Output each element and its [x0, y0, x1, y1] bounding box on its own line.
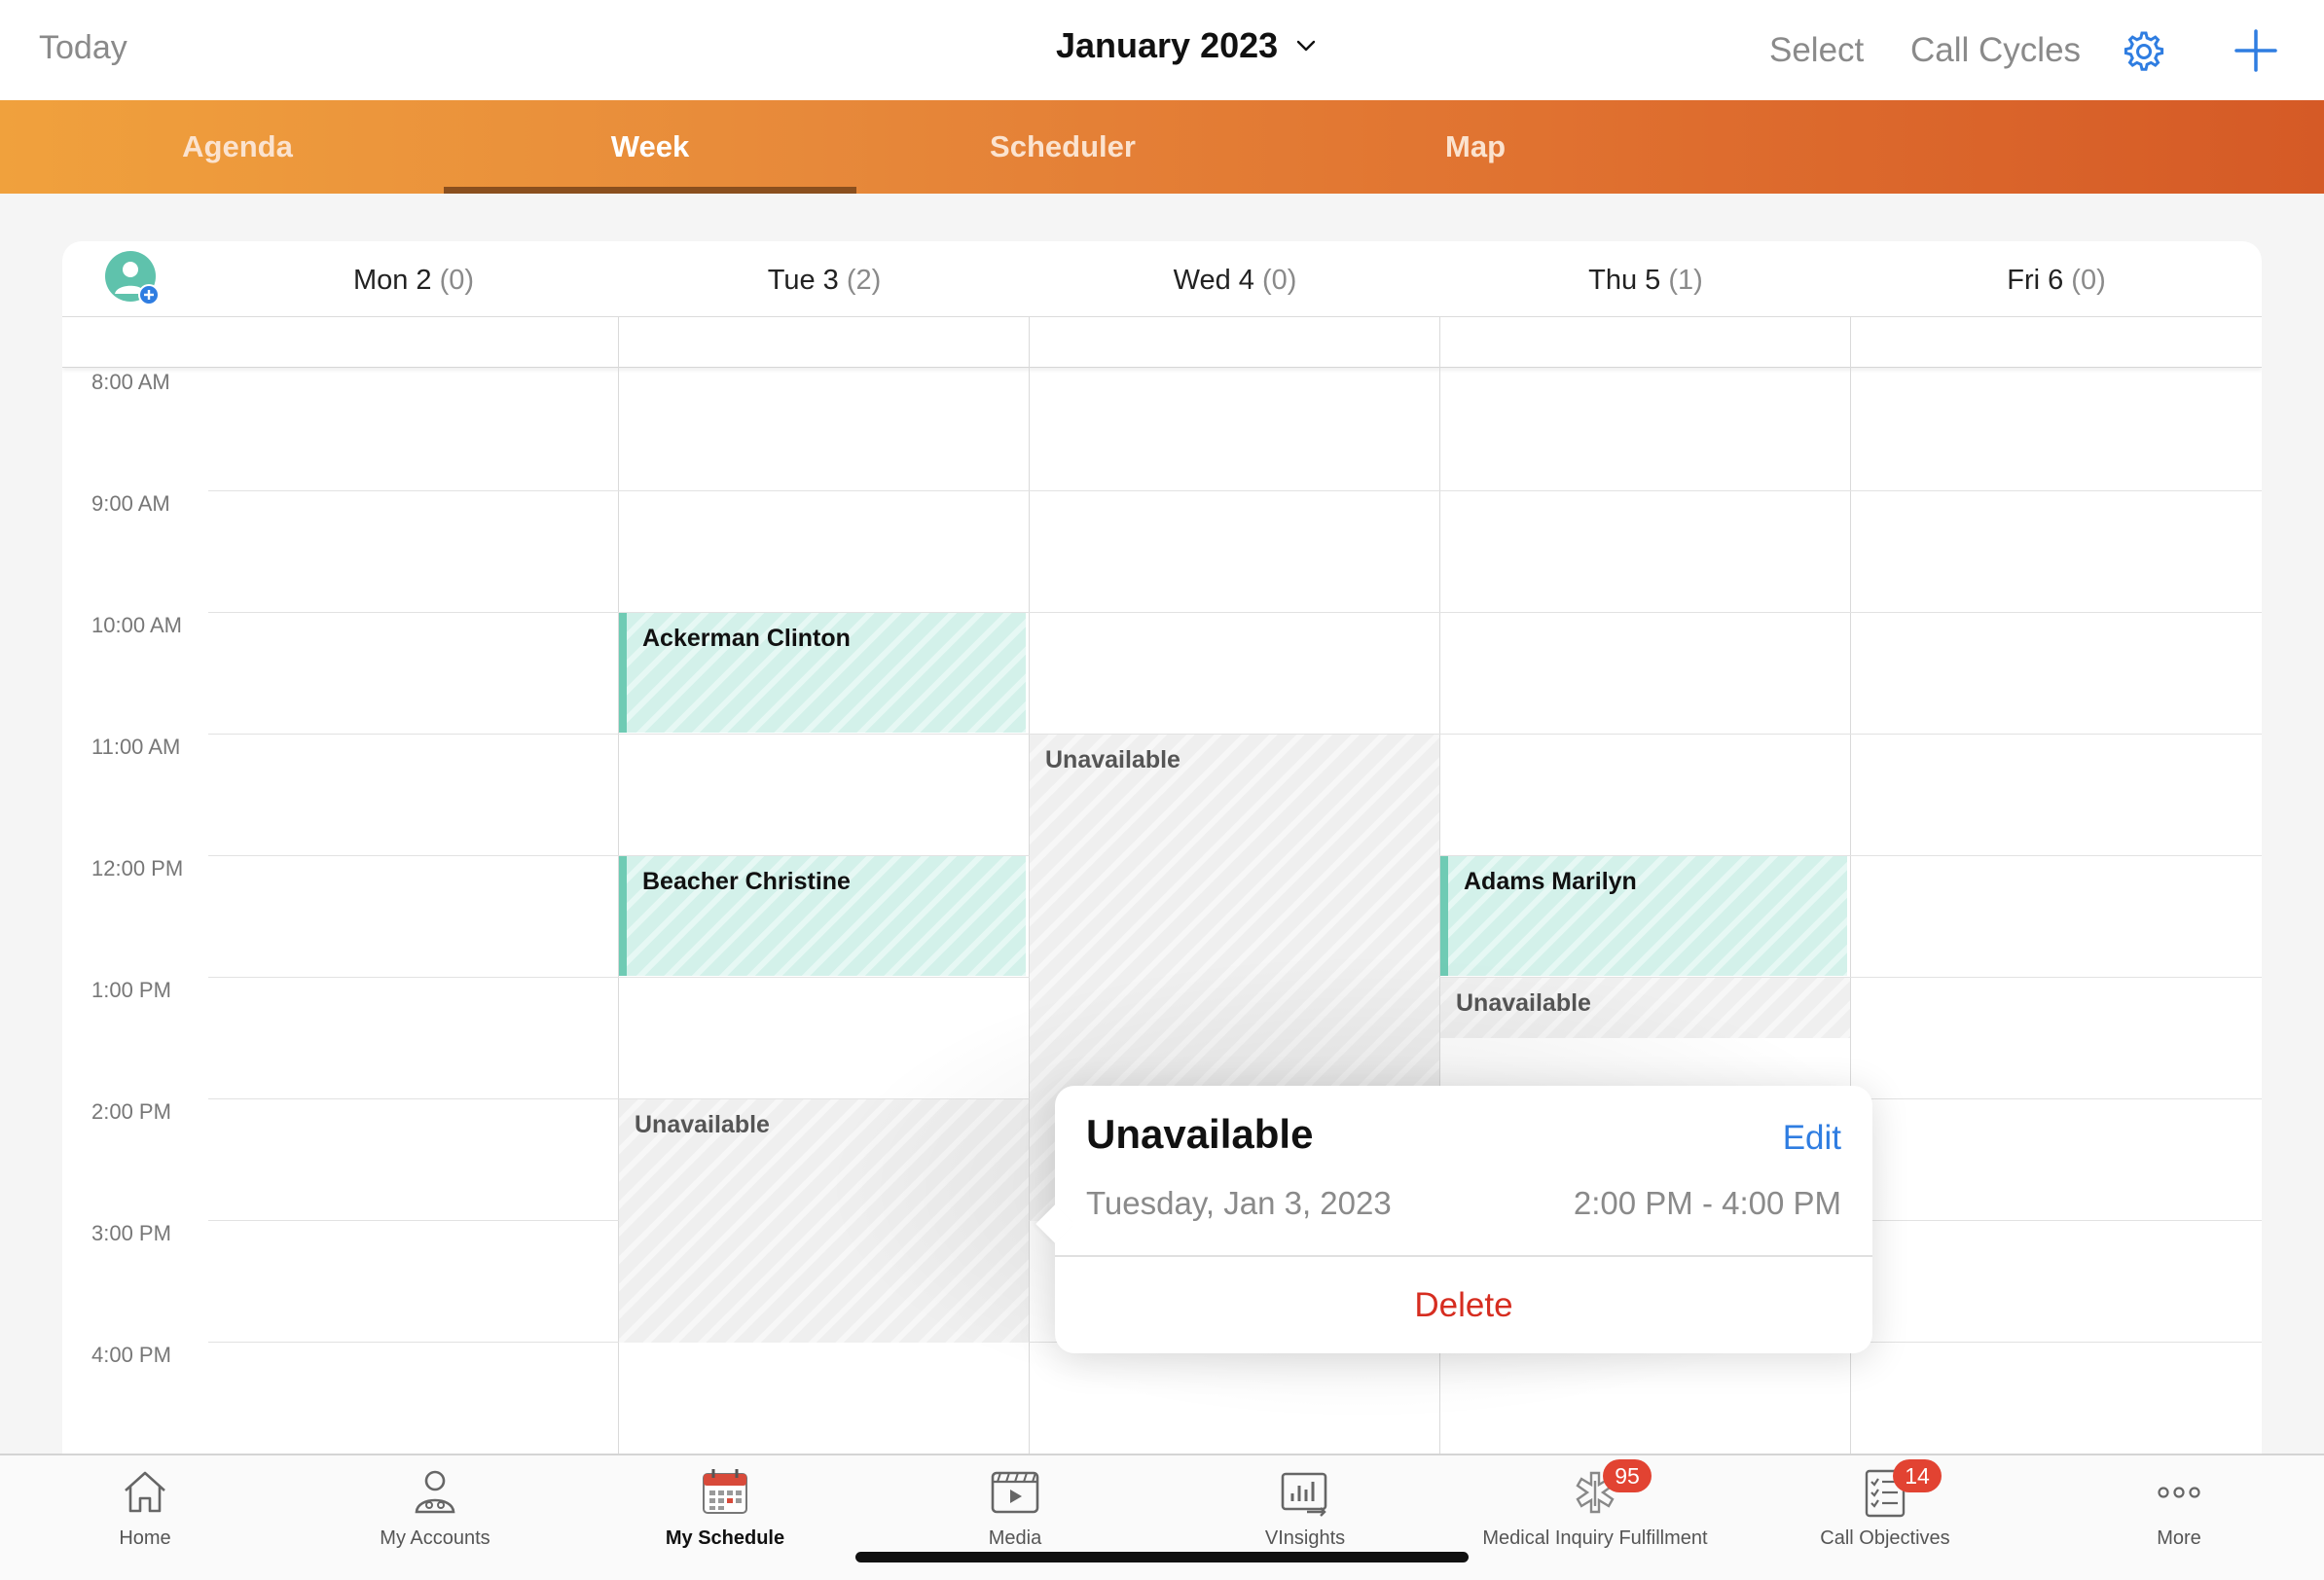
- insights-icon: [1281, 1472, 1327, 1517]
- nav-call-objectives[interactable]: 14 Call Objectives: [1740, 1455, 2030, 1580]
- event-title: Unavailable: [1456, 989, 1591, 1017]
- day-count: (0): [439, 265, 475, 296]
- nav-label: Medical Inquiry Fulfillment: [1482, 1527, 1708, 1549]
- add-attendee-icon[interactable]: [105, 251, 160, 305]
- nav-more[interactable]: More: [2034, 1455, 2324, 1580]
- nav-label: Call Objectives: [1820, 1527, 1950, 1549]
- nav-label: VInsights: [1264, 1527, 1346, 1549]
- hour-line: [208, 490, 2262, 491]
- top-bar: Today January 2023 Select Call Cycles: [0, 0, 2324, 100]
- popover-date: Tuesday, Jan 3, 2023: [1086, 1185, 1392, 1221]
- event-title: Beacher Christine: [642, 868, 851, 895]
- day-header-wed: Wed 4 (0): [1030, 265, 1440, 297]
- day-count: (2): [846, 265, 882, 296]
- month-title: January 2023: [1056, 25, 1279, 65]
- today-button[interactable]: Today: [39, 29, 127, 67]
- more-icon: [2158, 1487, 2200, 1498]
- notification-badge: 14: [1893, 1459, 1942, 1492]
- nav-label: Media: [988, 1527, 1042, 1549]
- tab-scheduler[interactable]: Scheduler: [856, 100, 1269, 194]
- notification-badge: 95: [1603, 1459, 1652, 1492]
- day-header-tue: Tue 3 (2): [619, 265, 1030, 297]
- checklist-icon-wrap: 14: [1858, 1459, 1942, 1520]
- time-label: 3:00 PM: [91, 1221, 171, 1245]
- hour-line: [208, 612, 2262, 613]
- day-header-fri: Fri 6 (0): [1851, 265, 2262, 297]
- call-event[interactable]: Adams Marilyn: [1440, 856, 1847, 976]
- event-title: Ackerman Clinton: [642, 625, 851, 652]
- home-indicator: [855, 1552, 1469, 1562]
- tab-agenda[interactable]: Agenda: [31, 100, 444, 194]
- select-button[interactable]: Select: [1769, 31, 1864, 70]
- day-header-row: Mon 2 (0) Tue 3 (2) Wed 4 (0) Thu 5 (1) …: [62, 241, 2262, 317]
- nav-label: My Accounts: [380, 1527, 490, 1549]
- nav-label: Home: [119, 1527, 171, 1549]
- plus-icon[interactable]: [2234, 29, 2277, 72]
- call-event[interactable]: Beacher Christine: [619, 856, 1026, 976]
- event-title: Unavailable: [1045, 746, 1180, 773]
- time-label: 1:00 PM: [91, 978, 171, 1002]
- day-name: Tue 3: [767, 265, 839, 296]
- nav-label: More: [2157, 1527, 2201, 1549]
- accounts-icon: [415, 1470, 455, 1514]
- time-label: 11:00 AM: [91, 735, 181, 759]
- time-label: 10:00 AM: [91, 613, 182, 637]
- calendar-icon: [703, 1469, 747, 1514]
- home-icon: [125, 1471, 165, 1513]
- popover-time-range: 2:00 PM - 4:00 PM: [1573, 1185, 1841, 1221]
- nav-my-accounts[interactable]: My Accounts: [290, 1455, 580, 1580]
- media-icon: [991, 1471, 1039, 1514]
- gear-icon[interactable]: [2122, 29, 2166, 74]
- day-count: (0): [1261, 265, 1297, 296]
- day-name: Wed 4: [1173, 265, 1254, 296]
- day-name: Thu 5: [1588, 265, 1661, 296]
- divider: [1055, 1255, 1872, 1257]
- medical-icon-wrap: 95: [1568, 1459, 1652, 1520]
- time-label: 4:00 PM: [91, 1343, 171, 1367]
- nav-home[interactable]: Home: [0, 1455, 290, 1580]
- tab-map[interactable]: Map: [1269, 100, 1682, 194]
- unavailable-block[interactable]: Unavailable: [1440, 978, 1850, 1038]
- call-event[interactable]: Ackerman Clinton: [619, 613, 1026, 733]
- time-label: 12:00 PM: [91, 856, 184, 880]
- view-tab-bar: Agenda Week Scheduler Map: [0, 100, 2324, 194]
- tab-week[interactable]: Week: [444, 100, 856, 194]
- call-cycles-button[interactable]: Call Cycles: [1910, 31, 2081, 70]
- day-count: (0): [2071, 265, 2106, 296]
- day-name: Fri 6: [2007, 265, 2064, 296]
- time-label: 8:00 AM: [91, 370, 170, 394]
- nav-medical-inquiry[interactable]: 95 Medical Inquiry Fulfillment: [1450, 1455, 1740, 1580]
- day-count: (1): [1668, 265, 1703, 296]
- day-header-thu: Thu 5 (1): [1440, 265, 1851, 297]
- day-name: Mon 2: [352, 265, 432, 296]
- month-selector[interactable]: January 2023: [1056, 25, 1317, 66]
- chevron-down-icon: [1296, 40, 1316, 52]
- day-header-mon: Mon 2 (0): [208, 265, 619, 297]
- edit-button[interactable]: Edit: [1783, 1119, 1841, 1158]
- delete-button[interactable]: Delete: [1055, 1286, 1872, 1325]
- time-label: 9:00 AM: [91, 491, 170, 516]
- event-title: Unavailable: [635, 1111, 770, 1138]
- event-title: Adams Marilyn: [1464, 868, 1637, 895]
- unavailable-block[interactable]: Unavailable: [619, 1099, 1029, 1343]
- nav-label: My Schedule: [665, 1527, 785, 1549]
- time-label: 2:00 PM: [91, 1099, 171, 1124]
- all-day-row[interactable]: [62, 317, 2262, 368]
- nav-my-schedule[interactable]: My Schedule: [580, 1455, 870, 1580]
- event-detail-popover: Unavailable Edit Tuesday, Jan 3, 2023 2:…: [1055, 1086, 1872, 1353]
- popover-title: Unavailable: [1086, 1111, 1314, 1157]
